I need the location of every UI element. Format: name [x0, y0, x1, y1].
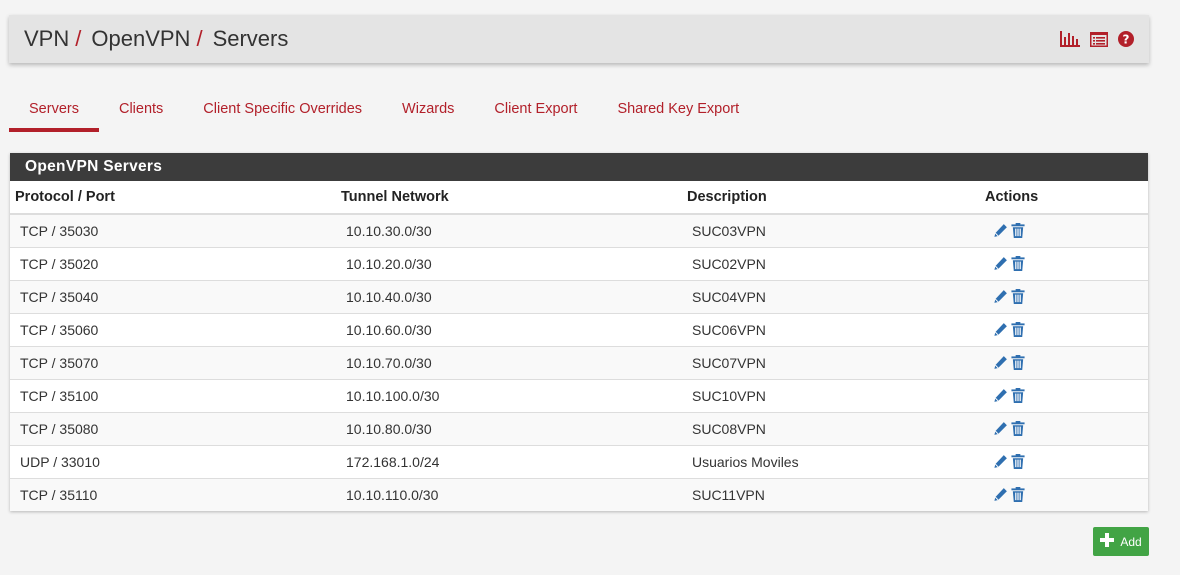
edit-pencil-icon[interactable] — [993, 388, 1008, 403]
tab-bar: Servers Clients Client Specific Override… — [9, 86, 759, 132]
cell-tunnel-network: 10.10.100.0/30 — [336, 378, 682, 412]
cell-description: SUC06VPN — [682, 312, 980, 346]
delete-trash-icon[interactable] — [1011, 421, 1025, 436]
cell-tunnel-network: 172.168.1.0/24 — [336, 444, 682, 478]
tab-wizards[interactable]: Wizards — [382, 86, 474, 132]
breadcrumb-vpn[interactable]: VPN — [24, 26, 69, 52]
cell-tunnel-network: 10.10.40.0/30 — [336, 279, 682, 313]
tab-servers[interactable]: Servers — [9, 86, 99, 132]
edit-pencil-icon[interactable] — [993, 454, 1008, 469]
cell-actions — [980, 378, 1148, 412]
cell-description: SUC11VPN — [682, 477, 980, 511]
table-row: TCP / 35060 10.10.60.0/30 SUC06VPN — [10, 312, 1148, 346]
cell-tunnel-network: 10.10.80.0/30 — [336, 411, 682, 445]
cell-protocol-port: TCP / 35020 — [10, 246, 336, 280]
cell-protocol-port: TCP / 35070 — [10, 345, 336, 379]
cell-protocol-port: TCP / 35080 — [10, 411, 336, 445]
cell-actions — [980, 477, 1148, 511]
breadcrumb-separator: / — [196, 26, 203, 51]
panel-title: OpenVPN Servers — [10, 153, 1148, 181]
tab-client-export[interactable]: Client Export — [474, 86, 597, 132]
bar-chart-icon[interactable] — [1060, 31, 1080, 47]
edit-pencil-icon[interactable] — [993, 223, 1008, 238]
add-button[interactable]: Add — [1093, 527, 1149, 556]
cell-actions — [980, 279, 1148, 313]
table-row: TCP / 35080 10.10.80.0/30 SUC08VPN — [10, 411, 1148, 445]
cell-actions — [980, 411, 1148, 445]
edit-pencil-icon[interactable] — [993, 421, 1008, 436]
edit-pencil-icon[interactable] — [993, 322, 1008, 337]
cell-tunnel-network: 10.10.70.0/30 — [336, 345, 682, 379]
add-button-label: Add — [1120, 534, 1142, 549]
delete-trash-icon[interactable] — [1011, 322, 1025, 337]
tab-clients[interactable]: Clients — [99, 86, 183, 132]
column-header-actions: Actions — [980, 181, 1148, 215]
servers-table: Protocol / Port Tunnel Network Descripti… — [10, 181, 1148, 511]
delete-trash-icon[interactable] — [1011, 487, 1025, 503]
cell-description: Usuarios Moviles — [682, 444, 980, 478]
table-row: TCP / 35040 10.10.40.0/30 SUC04VPN — [10, 279, 1148, 313]
delete-trash-icon[interactable] — [1011, 223, 1025, 239]
column-header-description: Description — [682, 181, 980, 215]
delete-trash-icon[interactable] — [1011, 388, 1025, 403]
svg-text:?: ? — [1123, 33, 1130, 47]
table-row: UDP / 33010 172.168.1.0/24 Usuarios Movile… — [10, 444, 1148, 478]
table-row: TCP / 35110 10.10.110.0/30 SUC11VPN — [10, 477, 1148, 511]
cell-description: SUC03VPN — [682, 213, 980, 247]
cell-actions — [980, 246, 1148, 280]
breadcrumb-bar: VPN / OpenVPN / Servers ? — [9, 15, 1149, 63]
table-row: TCP / 35070 10.10.70.0/30 SUC07VPN — [10, 345, 1148, 379]
delete-trash-icon[interactable] — [1011, 355, 1025, 370]
help-icon[interactable]: ? — [1118, 31, 1134, 47]
edit-pencil-icon[interactable] — [993, 256, 1008, 271]
delete-trash-icon[interactable] — [1011, 454, 1025, 469]
table-row: TCP / 35100 10.10.100.0/30 SUC10VPN — [10, 378, 1148, 412]
cell-actions — [980, 444, 1148, 478]
cell-description: SUC07VPN — [682, 345, 980, 379]
cell-protocol-port: UDP / 33010 — [10, 444, 336, 478]
cell-description: SUC08VPN — [682, 411, 980, 445]
cell-protocol-port: TCP / 35110 — [10, 477, 336, 511]
cell-protocol-port: TCP / 35030 — [10, 213, 336, 247]
cell-tunnel-network: 10.10.20.0/30 — [336, 246, 682, 280]
cell-protocol-port: TCP / 35060 — [10, 312, 336, 346]
cell-description: SUC04VPN — [682, 279, 980, 313]
cell-actions — [980, 312, 1148, 346]
cell-actions — [980, 213, 1148, 247]
table-row: TCP / 35030 10.10.30.0/30 SUC03VPN — [10, 213, 1148, 247]
cell-actions — [980, 345, 1148, 379]
plus-icon — [1100, 533, 1115, 550]
table-row: TCP / 35020 10.10.20.0/30 SUC02VPN — [10, 246, 1148, 280]
cell-tunnel-network: 10.10.110.0/30 — [336, 477, 682, 511]
cell-protocol-port: TCP / 35040 — [10, 279, 336, 313]
cell-tunnel-network: 10.10.60.0/30 — [336, 312, 682, 346]
edit-pencil-icon[interactable] — [993, 355, 1008, 370]
edit-pencil-icon[interactable] — [993, 289, 1008, 304]
delete-trash-icon[interactable] — [1011, 256, 1025, 271]
breadcrumb-separator: / — [75, 26, 82, 51]
breadcrumb-openvpn[interactable]: OpenVPN — [91, 26, 190, 52]
cell-tunnel-network: 10.10.30.0/30 — [336, 213, 682, 247]
breadcrumb: VPN / OpenVPN / Servers — [24, 26, 288, 52]
edit-pencil-icon[interactable] — [993, 487, 1008, 502]
openvpn-servers-panel: OpenVPN Servers Protocol / Port Tunnel N… — [10, 153, 1148, 511]
column-header-tunnel-network: Tunnel Network — [336, 181, 682, 215]
cell-description: SUC02VPN — [682, 246, 980, 280]
list-icon[interactable] — [1090, 31, 1108, 47]
tab-shared-key-export[interactable]: Shared Key Export — [597, 86, 759, 132]
cell-description: SUC10VPN — [682, 378, 980, 412]
breadcrumb-servers: Servers — [212, 26, 289, 51]
column-header-protocol-port: Protocol / Port — [10, 181, 336, 215]
tab-client-specific-overrides[interactable]: Client Specific Overrides — [183, 86, 382, 132]
delete-trash-icon[interactable] — [1011, 289, 1025, 304]
cell-protocol-port: TCP / 35100 — [10, 378, 336, 412]
